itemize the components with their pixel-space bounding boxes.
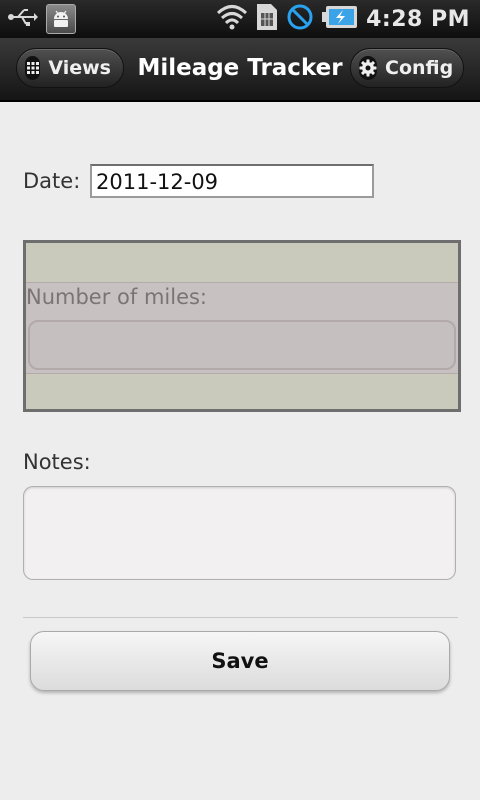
title-bar: Views Mileage Tracker Config <box>0 38 480 102</box>
miles-input[interactable] <box>28 320 456 370</box>
notes-label: Notes: <box>23 450 91 474</box>
date-input[interactable]: 2011-12-09 <box>90 164 374 198</box>
wifi-icon <box>216 4 248 34</box>
config-button-label: Config <box>385 57 454 79</box>
sim-card-icon <box>256 3 278 35</box>
status-bar: 4:28 PM <box>0 0 480 38</box>
miles-highlight-box: Number of miles: <box>23 240 461 412</box>
blocked-icon <box>286 3 314 35</box>
battery-charging-icon <box>322 5 358 33</box>
date-label: Date: <box>23 169 81 193</box>
config-button[interactable]: Config <box>350 48 464 88</box>
notes-textarea[interactable] <box>23 486 456 580</box>
status-clock: 4:28 PM <box>366 6 470 32</box>
gear-icon <box>359 56 377 80</box>
miles-label: Number of miles: <box>26 285 208 309</box>
divider <box>23 617 458 618</box>
save-button[interactable]: Save <box>30 631 450 691</box>
usb-icon <box>8 6 38 32</box>
android-debug-icon <box>46 4 76 34</box>
miles-section: Number of miles: <box>26 282 458 374</box>
